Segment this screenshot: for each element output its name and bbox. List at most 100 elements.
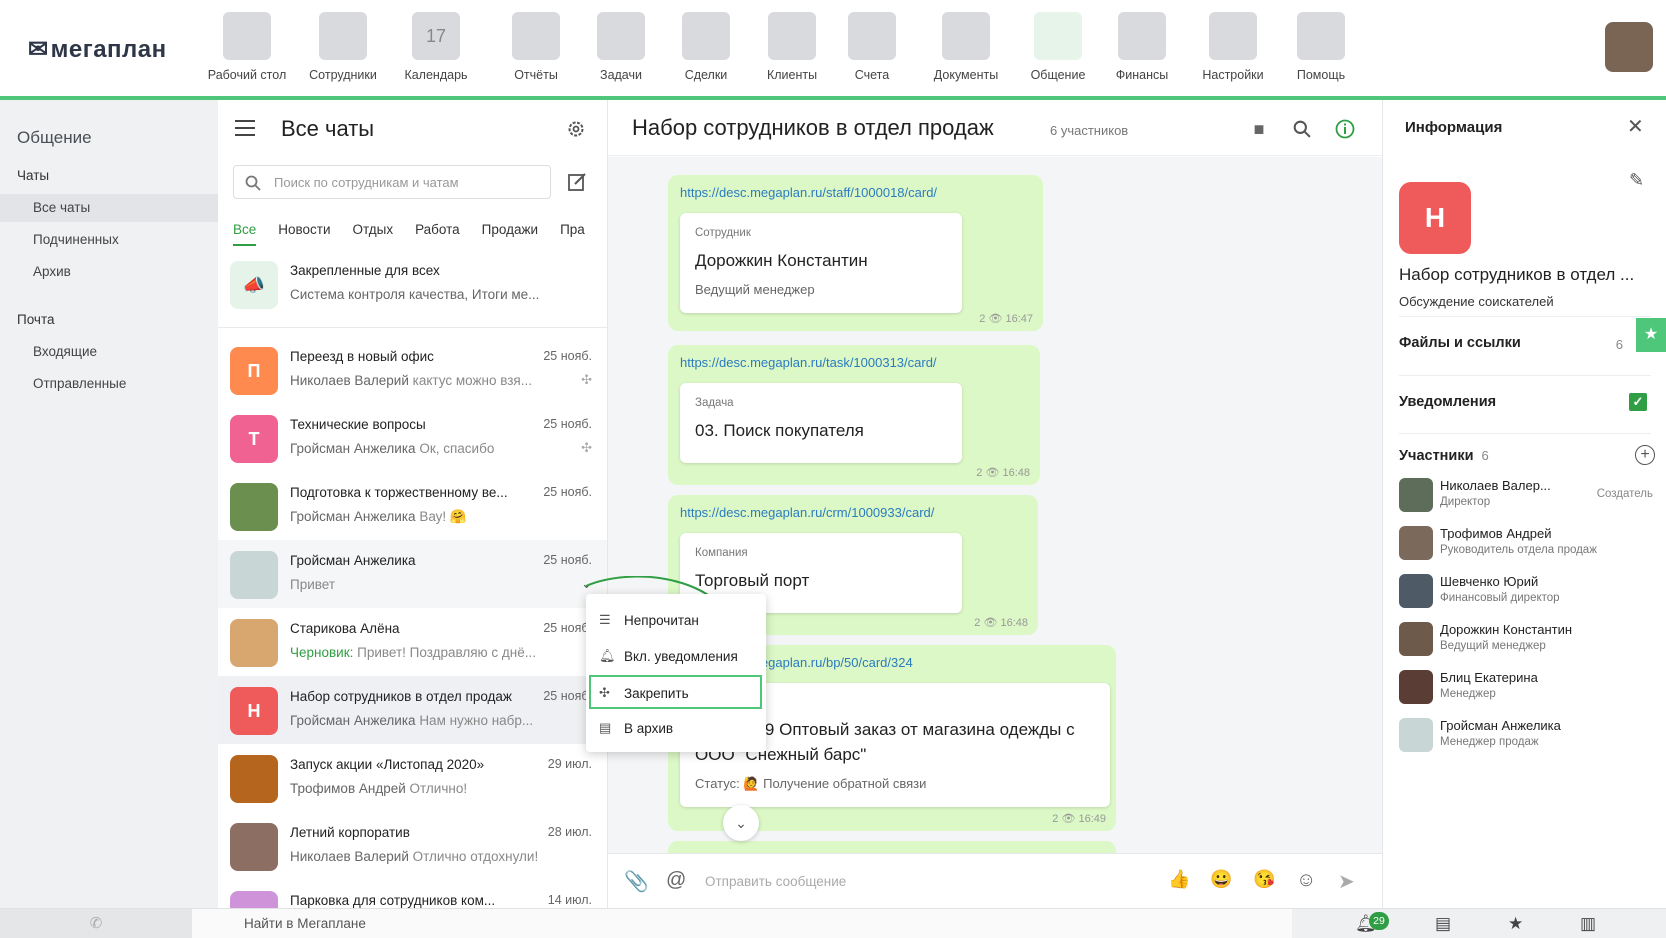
compose-icon[interactable] xyxy=(567,172,587,192)
message-bubble[interactable]: https://desc.megaplan.ru/task/1000313/ca… xyxy=(668,345,1040,485)
nav-item-12[interactable]: Помощь xyxy=(1273,12,1369,82)
participant-item[interactable]: Шевченко Юрий Финансовый директор xyxy=(1399,574,1659,618)
files-and-links-row[interactable]: Файлы и ссылки 6 › xyxy=(1399,316,1651,372)
tab-more[interactable]: Пра xyxy=(560,222,585,237)
send-icon[interactable]: ➤ xyxy=(1338,869,1355,894)
add-participant-icon[interactable]: + xyxy=(1635,445,1655,465)
message-link[interactable]: https://desc.megaplan.ru/crm/1000933/car… xyxy=(680,505,934,520)
mention-icon[interactable]: @ xyxy=(666,869,686,892)
chats-section-label[interactable]: Чаты xyxy=(17,168,49,183)
attach-icon[interactable]: 📎 xyxy=(624,869,649,894)
participant-item[interactable]: Дорожкин Константин Ведущий менеджер xyxy=(1399,622,1659,666)
participant-item[interactable]: Николаев Валер... Директор Создатель xyxy=(1399,478,1659,522)
nav-item-3[interactable]: Отчёты xyxy=(488,12,584,82)
sidebar-item-subordinates[interactable]: Подчиненных xyxy=(0,226,218,254)
menu-icon[interactable] xyxy=(235,120,255,136)
chat-date: 14 июл. xyxy=(547,893,592,907)
employee-card[interactable]: Сотрудник Дорожкин Константин Ведущий ме… xyxy=(680,213,962,313)
chat-avatar xyxy=(230,755,278,803)
chat-list-item[interactable]: Гройсман Анжелика 25 нояб. Привет ⌄ xyxy=(218,540,607,608)
notifications-row[interactable]: Уведомления ✓ xyxy=(1399,375,1651,431)
pin-icon[interactable]: ✣ xyxy=(581,372,592,388)
section-title: Общение xyxy=(17,128,92,147)
tab-rest[interactable]: Отдых xyxy=(353,222,394,237)
book-icon[interactable]: ▥ xyxy=(1580,914,1596,934)
user-avatar[interactable] xyxy=(1605,22,1653,72)
participant-item[interactable]: Трофимов Андрей Руководитель отдела прода… xyxy=(1399,526,1659,570)
chat-list-item[interactable]: Парковка для сотрудников ком... 14 июл. xyxy=(218,880,607,908)
task-card[interactable]: Задача 03. Поиск покупателя xyxy=(680,383,962,463)
menu-item-archive[interactable]: ▤ В архив xyxy=(586,712,766,746)
chat-list-item[interactable]: Н Набор сотрудников в отдел продаж 25 нояб… xyxy=(218,676,607,744)
participant-name: Дорожкин Константин xyxy=(1440,622,1573,637)
participant-item[interactable]: Гройсман Анжелика Менеджер продаж xyxy=(1399,718,1659,762)
info-icon[interactable] xyxy=(1335,119,1355,139)
menu-item-pin[interactable]: ✣ Закрепить xyxy=(589,675,762,709)
participant-name: Шевченко Юрий xyxy=(1440,574,1539,589)
chat-avatar xyxy=(230,483,278,531)
nav-item-0[interactable]: Рабочий стол xyxy=(199,12,295,82)
sidebar-item-archive[interactable]: Архив xyxy=(0,258,218,286)
creator-label: Создатель xyxy=(1596,488,1653,500)
sidebar-item-inbox[interactable]: Входящие xyxy=(0,338,218,366)
chat-list-item[interactable]: Запуск акции «Листопад 2020» 29 июл. Трофи… xyxy=(218,744,607,812)
chat-list-item[interactable]: Т Технические вопросы 25 нояб. Гройсман Анж… xyxy=(218,404,607,472)
thumbs-up-emoji-icon[interactable]: 👍 xyxy=(1168,869,1190,890)
participant-role: Менеджер xyxy=(1440,688,1496,700)
smiley-picker-icon[interactable]: ☺ xyxy=(1296,869,1316,892)
notifications-checkbox[interactable]: ✓ xyxy=(1629,393,1647,411)
divider xyxy=(1399,433,1651,434)
chat-members-count[interactable]: 6 участников xyxy=(1050,123,1128,138)
nav-item-11[interactable]: Настройки xyxy=(1185,12,1281,82)
close-icon[interactable]: ✕ xyxy=(1627,114,1644,139)
tab-news[interactable]: Новости xyxy=(278,222,330,237)
global-search-input[interactable]: Найти в Мегаплане xyxy=(192,909,1292,938)
kiss-emoji-icon[interactable]: 😘 xyxy=(1253,869,1275,890)
grin-emoji-icon[interactable]: 😀 xyxy=(1210,869,1232,890)
nav-item-5[interactable]: Сделки xyxy=(658,12,754,82)
megaplan-logo[interactable]: ✉мегаплан xyxy=(28,35,167,64)
star-icon[interactable]: ★ xyxy=(1508,914,1523,934)
tab-all[interactable]: Все xyxy=(233,222,257,246)
nav-item-1[interactable]: Сотрудники xyxy=(295,12,391,82)
message-bubble[interactable] xyxy=(668,841,1116,853)
pin-icon[interactable]: ✣ xyxy=(581,440,592,456)
nav-item-8[interactable]: Документы xyxy=(918,12,1014,82)
mail-section-label[interactable]: Почта xyxy=(17,312,55,327)
chat-list-item[interactable]: Старикова Алёна 25 нояб. Черновик: Привет!… xyxy=(218,608,607,676)
menu-item-mark-unread[interactable]: ☰ Непрочитан xyxy=(586,604,766,638)
tab-work[interactable]: Работа xyxy=(415,222,460,237)
favorites-star-icon[interactable]: ★ xyxy=(1636,318,1666,352)
message-text: Вау! 🤗 xyxy=(419,509,467,524)
chat-header: Набор сотрудников в отдел продаж 6 участ… xyxy=(608,100,1382,156)
tab-sales[interactable]: Продажи xyxy=(482,222,538,237)
nav-item-4[interactable]: Задачи xyxy=(573,12,669,82)
gear-icon[interactable] xyxy=(566,119,586,139)
scroll-down-button[interactable]: ⌄ xyxy=(723,805,759,841)
nav-item-7[interactable]: Счета xyxy=(824,12,920,82)
sidebar-item-all-chats[interactable]: Все чаты xyxy=(0,194,218,222)
nav-item-9[interactable]: Общение xyxy=(1010,12,1106,82)
nav-label: Общение xyxy=(1030,68,1086,82)
chat-search-input[interactable]: Поиск по сотрудникам и чатам xyxy=(233,165,551,199)
chat-list-item[interactable]: П Переезд в новый офис 25 нояб. Николаев Ва… xyxy=(218,336,607,404)
menu-item-enable-notifications[interactable]: 🔔︎ Вкл. уведомления xyxy=(586,640,766,674)
nav-item-10[interactable]: Финансы xyxy=(1094,12,1190,82)
chat-date: 25 нояб. xyxy=(543,349,592,363)
message-bubble[interactable]: https://desc.megaplan.ru/staff/1000018/c… xyxy=(668,175,1043,331)
phone-icon[interactable]: ✆ xyxy=(0,909,192,938)
messages-icon[interactable]: ▤ xyxy=(1435,914,1451,934)
nav-item-2[interactable]: 17 Календарь xyxy=(388,12,484,82)
pinned-for-all-row[interactable]: 📣 Закрепленные для всех Система контроля… xyxy=(218,250,607,328)
video-call-icon[interactable]: ■ xyxy=(1248,119,1270,141)
chat-list-item[interactable]: Подготовка к торжественному ве... 25 нояб… xyxy=(218,472,607,540)
message-input[interactable]: Отправить сообщение xyxy=(705,874,846,889)
participant-item[interactable]: Блиц Екатерина Менеджер xyxy=(1399,670,1659,714)
chat-last-message: Гройсман Анжелика Ок, спасибо xyxy=(290,441,580,456)
message-link[interactable]: https://desc.megaplan.ru/staff/1000018/c… xyxy=(680,185,937,200)
sidebar-item-sent[interactable]: Отправленные xyxy=(0,370,218,398)
search-icon[interactable] xyxy=(1293,120,1311,138)
edit-icon[interactable]: ✎ xyxy=(1629,170,1644,191)
message-link[interactable]: https://desc.megaplan.ru/task/1000313/ca… xyxy=(680,355,937,370)
chat-list-item[interactable]: Летний корпоратив 28 июл. Николаев Валерий… xyxy=(218,812,607,880)
